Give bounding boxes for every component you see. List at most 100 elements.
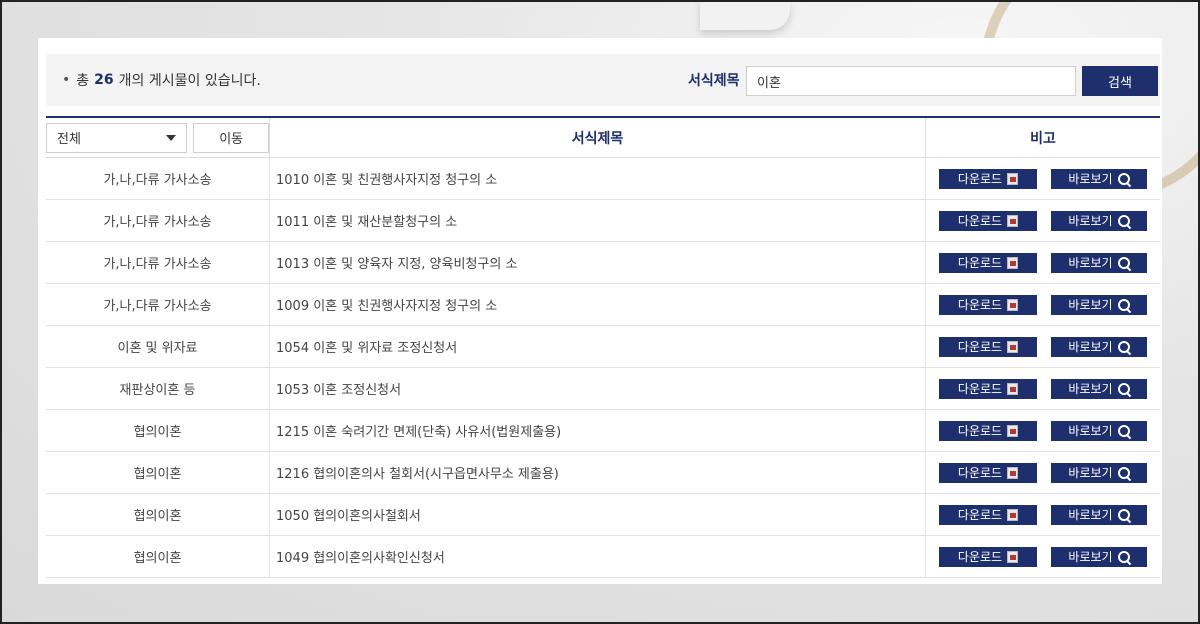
download-label: 다운로드 [957,172,1003,186]
table-row: 협의이혼 1216 협의이혼의사 철회서(시구읍면사무소 제출용) 다운로드 바… [46,452,1160,494]
hwp-file-icon [1007,382,1019,395]
view-button[interactable]: 바로보기 [1051,168,1147,189]
row-title[interactable]: 1011 이혼 및 재산분할청구의 소 [270,200,926,241]
hwp-file-icon [1007,340,1019,353]
category-select[interactable]: 전체 [46,122,188,153]
hwp-file-icon [1007,424,1019,437]
view-button[interactable]: 바로보기 [1051,210,1147,231]
view-button[interactable]: 바로보기 [1051,504,1147,525]
download-button[interactable]: 다운로드 [939,210,1037,231]
view-button[interactable]: 바로보기 [1051,462,1147,483]
row-actions: 다운로드 바로보기 [926,200,1160,241]
row-actions: 다운로드 바로보기 [926,326,1160,367]
row-category: 이혼 및 위자료 [46,326,270,367]
view-button[interactable]: 바로보기 [1051,420,1147,441]
view-label: 바로보기 [1068,340,1113,354]
hwp-file-icon [1007,172,1019,185]
download-button[interactable]: 다운로드 [939,336,1037,357]
download-label: 다운로드 [957,298,1003,312]
hwp-file-icon [1007,466,1019,479]
table-row: 가,나,다류 가사소송 1011 이혼 및 재산분할청구의 소 다운로드 바로보… [46,200,1160,242]
move-button[interactable]: 이동 [193,122,269,153]
row-title[interactable]: 1215 이혼 숙려기간 면제(단축) 사유서(법원제출용) [270,410,926,451]
total-count: • 총 26 개의 게시물이 있습니다. [62,70,261,90]
row-title[interactable]: 1009 이혼 및 친권행사자지정 청구의 소 [270,284,926,325]
magnifier-icon [1117,172,1130,185]
magnifier-icon [1117,340,1130,353]
download-button[interactable]: 다운로드 [939,294,1037,315]
row-actions: 다운로드 바로보기 [926,494,1160,535]
view-label: 바로보기 [1068,382,1113,396]
hwp-file-icon [1007,550,1019,563]
header-title: 서식제목 [270,118,926,157]
magnifier-icon [1117,550,1130,563]
search-input[interactable] [746,66,1076,96]
view-button[interactable]: 바로보기 [1051,378,1147,399]
row-title[interactable]: 1054 이혼 및 위자료 조정신청서 [270,326,926,367]
row-category: 협의이혼 [46,494,270,535]
row-actions: 다운로드 바로보기 [926,452,1160,493]
magnifier-icon [1117,256,1130,269]
hwp-file-icon [1007,298,1019,311]
download-label: 다운로드 [957,466,1003,480]
download-button[interactable]: 다운로드 [939,378,1037,399]
download-label: 다운로드 [957,340,1003,354]
view-button[interactable]: 바로보기 [1051,294,1147,315]
hwp-file-icon [1007,256,1019,269]
table-row: 가,나,다류 가사소송 1009 이혼 및 친권행사자지정 청구의 소 다운로드… [46,284,1160,326]
row-actions: 다운로드 바로보기 [926,368,1160,409]
search-label: 서식제목 [688,73,740,89]
download-button[interactable]: 다운로드 [939,504,1037,525]
download-label: 다운로드 [957,508,1003,522]
row-actions: 다운로드 바로보기 [926,284,1160,325]
magnifier-icon [1117,508,1130,521]
total-prefix: 총 [76,73,90,89]
download-label: 다운로드 [957,550,1003,564]
row-category: 협의이혼 [46,536,270,577]
row-title[interactable]: 1049 협의이혼의사확인신청서 [270,536,926,577]
row-title[interactable]: 1013 이혼 및 양육자 지정, 양육비청구의 소 [270,242,926,283]
row-category: 가,나,다류 가사소송 [46,242,270,283]
download-button[interactable]: 다운로드 [939,462,1037,483]
table-row: 가,나,다류 가사소송 1010 이혼 및 친권행사자지정 청구의 소 다운로드… [46,158,1160,200]
download-button[interactable]: 다운로드 [939,168,1037,189]
forms-table: 전체 이동 서식제목 비고 가,나,다류 가사소송 1010 이혼 및 친권행사… [46,116,1160,578]
download-label: 다운로드 [957,382,1003,396]
view-label: 바로보기 [1068,550,1113,564]
view-button[interactable]: 바로보기 [1051,546,1147,567]
download-label: 다운로드 [957,256,1003,270]
row-title[interactable]: 1010 이혼 및 친권행사자지정 청구의 소 [270,158,926,199]
download-label: 다운로드 [957,424,1003,438]
view-label: 바로보기 [1068,466,1113,480]
row-title[interactable]: 1053 이혼 조정신청서 [270,368,926,409]
view-label: 바로보기 [1068,172,1113,186]
row-actions: 다운로드 바로보기 [926,242,1160,283]
hwp-file-icon [1007,508,1019,521]
view-label: 바로보기 [1068,508,1113,522]
view-label: 바로보기 [1068,424,1113,438]
hwp-file-icon [1007,214,1019,227]
view-button[interactable]: 바로보기 [1051,336,1147,357]
download-button[interactable]: 다운로드 [939,252,1037,273]
total-suffix: 개의 게시물이 있습니다. [118,73,261,89]
table-row: 협의이혼 1050 협의이혼의사철회서 다운로드 바로보기 [46,494,1160,536]
view-label: 바로보기 [1068,256,1113,270]
download-button[interactable]: 다운로드 [939,420,1037,441]
row-category: 재판상이혼 등 [46,368,270,409]
row-category: 협의이혼 [46,452,270,493]
background-pen [700,0,790,30]
magnifier-icon [1117,466,1130,479]
table-row: 협의이혼 1049 협의이혼의사확인신청서 다운로드 바로보기 [46,536,1160,578]
search-bar: • 총 26 개의 게시물이 있습니다. 서식제목 검색 [46,54,1160,106]
row-category: 가,나,다류 가사소송 [46,284,270,325]
view-button[interactable]: 바로보기 [1051,252,1147,273]
row-title[interactable]: 1216 협의이혼의사 철회서(시구읍면사무소 제출용) [270,452,926,493]
magnifier-icon [1117,424,1130,437]
row-title[interactable]: 1050 협의이혼의사철회서 [270,494,926,535]
row-category: 협의이혼 [46,410,270,451]
download-button[interactable]: 다운로드 [939,546,1037,567]
search-button[interactable]: 검색 [1082,66,1158,96]
forms-panel: • 총 26 개의 게시물이 있습니다. 서식제목 검색 전체 이동 서식제목 … [38,38,1162,584]
magnifier-icon [1117,214,1130,227]
row-category: 가,나,다류 가사소송 [46,158,270,199]
